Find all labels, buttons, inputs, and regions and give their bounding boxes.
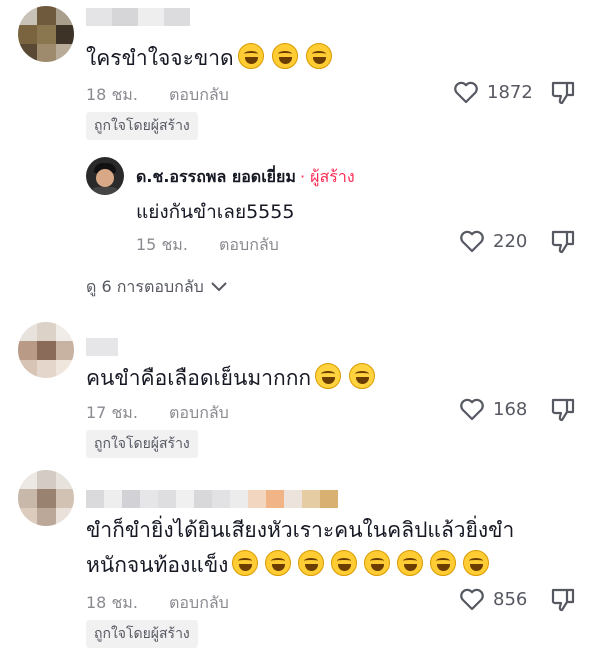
comment-text: ใครขำใจจะขาด bbox=[86, 42, 332, 74]
comment-text-line1: ขำก็ขำยิ่งได้ยินเสียงหัวเราะคนในคลิปแล้ว… bbox=[86, 518, 515, 542]
tears-of-joy-emoji bbox=[232, 550, 259, 576]
tears-of-joy-emoji bbox=[305, 43, 332, 69]
reply-text: แย่งกันขำเลย5555 bbox=[136, 201, 295, 223]
reply-button[interactable]: ตอบกลับ bbox=[169, 593, 229, 612]
like-count: 856 bbox=[493, 588, 528, 610]
thumbs-down-outline-icon[interactable] bbox=[550, 587, 576, 613]
comment-text: คนขำคือเลือดเย็นมากกก bbox=[86, 362, 376, 394]
tears-of-joy-emoji bbox=[430, 550, 457, 576]
reply-time: 15 ชม. bbox=[136, 235, 188, 254]
view-replies-label: ดู 6 การตอบกลับ bbox=[86, 277, 204, 296]
comment-text-content: หนักจนท้องแข็ง bbox=[86, 553, 229, 577]
comment-meta: 18 ชม. ตอบกลับ bbox=[86, 591, 229, 616]
creator-liked-badge: ถูกใจโดยผู้สร้าง bbox=[86, 620, 198, 648]
tears-of-joy-emoji bbox=[298, 550, 325, 576]
heart-outline-icon bbox=[459, 397, 485, 421]
like-count: 168 bbox=[493, 398, 528, 420]
commenter-avatar[interactable] bbox=[18, 6, 74, 62]
comment-meta: 18 ชม. ตอบกลับ bbox=[86, 83, 229, 108]
like-count: 220 bbox=[493, 230, 528, 252]
comment-text-content: คนขำคือเลือดเย็นมากกก bbox=[86, 366, 312, 390]
commenter-avatar[interactable] bbox=[18, 470, 74, 526]
comment-time: 18 ชม. bbox=[86, 85, 138, 104]
thumbs-down-outline-icon[interactable] bbox=[550, 397, 576, 423]
reply-button[interactable]: ตอบกลับ bbox=[169, 403, 229, 422]
comment-time: 17 ชม. bbox=[86, 403, 138, 422]
view-replies-button[interactable]: ดู 6 การตอบกลับ bbox=[86, 275, 228, 300]
commenter-name-blurred[interactable] bbox=[86, 8, 190, 26]
reply-meta: 15 ชม. ตอบกลับ bbox=[136, 233, 279, 258]
thumbs-down-outline-icon[interactable] bbox=[550, 229, 576, 255]
like-count: 1872 bbox=[487, 81, 533, 103]
tears-of-joy-emoji bbox=[463, 550, 490, 576]
reply-button[interactable]: ตอบกลับ bbox=[169, 85, 229, 104]
creator-liked-badge: ถูกใจโดยผู้สร้าง bbox=[86, 112, 198, 140]
heart-outline-icon bbox=[453, 80, 479, 104]
comment-meta: 17 ชม. ตอบกลับ bbox=[86, 401, 229, 426]
tears-of-joy-emoji bbox=[237, 43, 264, 69]
heart-outline-icon bbox=[459, 587, 485, 611]
comment-time: 18 ชม. bbox=[86, 593, 138, 612]
like-button[interactable]: 1872 bbox=[453, 80, 533, 104]
reply-button[interactable]: ตอบกลับ bbox=[219, 235, 279, 254]
comment-text: หนักจนท้องแข็ง bbox=[86, 549, 490, 581]
creator-avatar[interactable] bbox=[86, 157, 124, 195]
commenter-avatar[interactable] bbox=[18, 322, 74, 378]
creator-name[interactable]: ด.ช.อรรถพล ยอดเยี่ยม · ผู้สร้าง bbox=[136, 165, 355, 190]
tears-of-joy-emoji bbox=[265, 550, 292, 576]
commenter-name-blurred[interactable] bbox=[86, 490, 338, 508]
tears-of-joy-emoji bbox=[271, 43, 298, 69]
grinning-sweat-emoji bbox=[349, 363, 376, 389]
like-button[interactable]: 856 bbox=[459, 587, 527, 611]
creator-tag: · ผู้สร้าง bbox=[299, 167, 355, 186]
tears-of-joy-emoji bbox=[331, 550, 358, 576]
tears-of-joy-emoji bbox=[397, 550, 424, 576]
creator-author: ด.ช.อรรถพล ยอดเยี่ยม bbox=[136, 167, 296, 186]
tears-of-joy-emoji bbox=[364, 550, 391, 576]
thumbs-down-outline-icon[interactable] bbox=[550, 80, 576, 106]
creator-liked-badge: ถูกใจโดยผู้สร้าง bbox=[86, 430, 198, 458]
comment-text-content: ใครขำใจจะขาด bbox=[86, 46, 234, 70]
heart-outline-icon bbox=[459, 229, 485, 253]
like-button[interactable]: 168 bbox=[459, 397, 527, 421]
grinning-sweat-emoji bbox=[315, 363, 342, 389]
chevron-down-icon bbox=[210, 278, 228, 297]
like-button[interactable]: 220 bbox=[459, 229, 527, 253]
commenter-name-blurred[interactable] bbox=[86, 338, 118, 356]
